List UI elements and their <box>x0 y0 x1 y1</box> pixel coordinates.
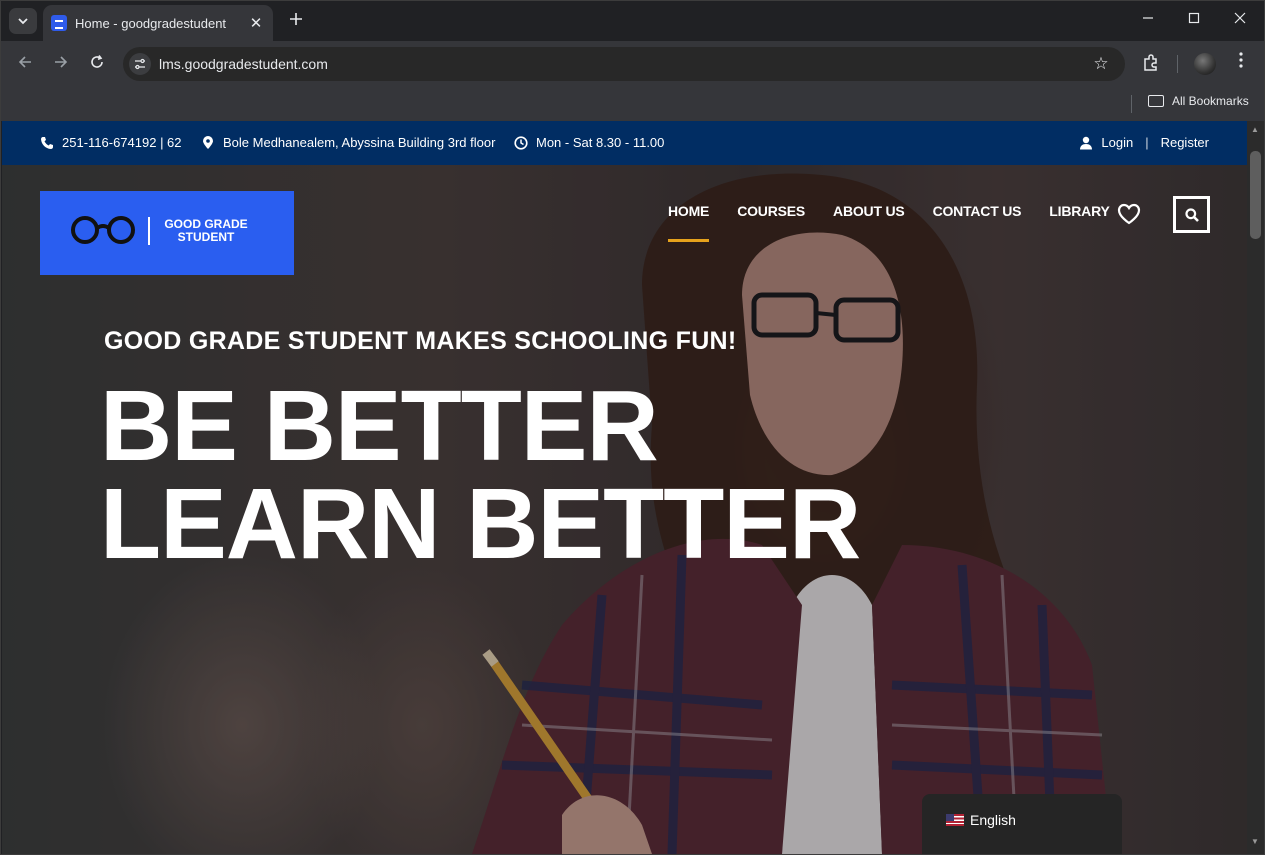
reload-button[interactable] <box>86 53 108 75</box>
site-favicon-icon <box>51 15 67 31</box>
hero-headline: BE BETTER LEARN BETTER <box>100 370 861 580</box>
reload-icon <box>91 55 103 68</box>
register-link[interactable]: Register <box>1161 135 1209 150</box>
phone-icon <box>41 136 53 149</box>
phone-info[interactable]: 251-116-674192 | 62 <box>40 135 182 150</box>
url-text[interactable]: lms.goodgradestudent.com <box>159 56 1089 72</box>
close-tab-icon[interactable]: ✕ <box>247 14 265 32</box>
bookmark-star-icon[interactable]: ☆ <box>1089 54 1113 74</box>
browser-tab[interactable]: Home - goodgradestudent ✕ <box>43 5 273 41</box>
language-switcher[interactable]: English <box>922 794 1122 854</box>
glasses-logo-icon <box>71 216 135 244</box>
login-link[interactable]: Login <box>1101 135 1133 150</box>
tune-icon <box>135 58 145 70</box>
tab-search-button[interactable] <box>9 8 37 34</box>
minimize-icon <box>1143 17 1153 19</box>
arrow-right-icon <box>55 56 68 68</box>
hero-tagline: GOOD GRADE STUDENT MAKES SCHOOLING FUN! <box>104 327 737 355</box>
top-info-bar: 251-116-674192 | 62 Bole Medhanealem, Ab… <box>2 121 1247 165</box>
forward-button[interactable] <box>50 53 72 75</box>
address-bar[interactable]: lms.goodgradestudent.com ☆ <box>123 47 1125 81</box>
nav-library[interactable]: LIBRARY <box>1049 203 1110 219</box>
language-label: English <box>970 812 1016 828</box>
scroll-thumb[interactable] <box>1250 151 1261 239</box>
maximize-button[interactable] <box>1182 9 1206 31</box>
back-button[interactable] <box>14 53 36 75</box>
nav-courses[interactable]: COURSES <box>737 203 805 219</box>
address-text: Bole Medhanealem, Abyssina Building 3rd … <box>223 135 496 150</box>
nav-home[interactable]: HOME <box>668 203 710 242</box>
phone-text: 251-116-674192 | 62 <box>62 135 182 150</box>
page-viewport: 251-116-674192 | 62 Bole Medhanealem, Ab… <box>2 121 1247 854</box>
browser-menu-button[interactable] <box>1231 52 1251 73</box>
search-button[interactable] <box>1173 196 1210 233</box>
logo-divider <box>148 217 150 245</box>
plus-icon <box>290 13 302 25</box>
main-navigation: HOME COURSES ABOUT US CONTACT US LIBRARY <box>668 203 1138 242</box>
browser-toolbar: lms.goodgradestudent.com ☆ <box>1 41 1264 87</box>
bookmarks-bar: All Bookmarks <box>1 87 1264 121</box>
site-info-button[interactable] <box>129 53 151 75</box>
more-vertical-icon <box>1239 52 1243 68</box>
nav-about-us[interactable]: ABOUT US <box>833 203 905 219</box>
nav-contact-us[interactable]: CONTACT US <box>933 203 1022 219</box>
tab-strip: Home - goodgradestudent ✕ <box>1 1 1264 41</box>
us-flag-icon <box>946 814 964 826</box>
user-icon <box>1080 136 1093 149</box>
toolbar-divider <box>1177 55 1178 73</box>
scroll-up-arrow-icon[interactable]: ▲ <box>1251 125 1259 134</box>
puzzle-icon[interactable] <box>1141 53 1161 73</box>
all-bookmarks-button[interactable]: All Bookmarks <box>1148 94 1249 108</box>
close-window-button[interactable] <box>1228 9 1252 31</box>
new-tab-button[interactable] <box>285 9 307 31</box>
site-logo[interactable]: GOOD GRADE STUDENT <box>40 191 294 275</box>
clock-icon <box>514 135 528 150</box>
page-scrollbar[interactable]: ▲ ▼ <box>1247 121 1264 854</box>
auth-links: Login | Register <box>1079 135 1209 150</box>
profile-avatar[interactable] <box>1194 53 1216 75</box>
hours-text: Mon - Sat 8.30 - 11.00 <box>536 135 665 150</box>
hero-headline-line-1: BE BETTER <box>100 370 659 482</box>
bookmarks-divider <box>1131 95 1132 113</box>
search-icon <box>1184 207 1199 222</box>
map-pin-icon <box>203 135 213 149</box>
maximize-icon <box>1188 12 1200 24</box>
minimize-button[interactable] <box>1136 9 1160 31</box>
auth-separator: | <box>1145 135 1149 150</box>
hours-info: Mon - Sat 8.30 - 11.00 <box>514 135 664 150</box>
hero-headline-line-2: LEARN BETTER <box>100 468 861 580</box>
logo-line-2: STUDENT <box>177 230 235 244</box>
heart-icon[interactable] <box>1117 203 1141 225</box>
all-bookmarks-label: All Bookmarks <box>1172 94 1249 108</box>
chevron-down-icon <box>18 18 28 25</box>
address-info: Bole Medhanealem, Abyssina Building 3rd … <box>201 135 495 150</box>
folder-icon <box>1148 95 1164 107</box>
tab-title: Home - goodgradestudent <box>75 15 227 31</box>
close-icon <box>1234 12 1246 24</box>
browser-window: Home - goodgradestudent ✕ lms.goodgrades… <box>0 0 1265 855</box>
arrow-left-icon <box>18 56 31 68</box>
scroll-down-arrow-icon[interactable]: ▼ <box>1251 837 1259 846</box>
logo-text: GOOD GRADE STUDENT <box>160 218 252 244</box>
